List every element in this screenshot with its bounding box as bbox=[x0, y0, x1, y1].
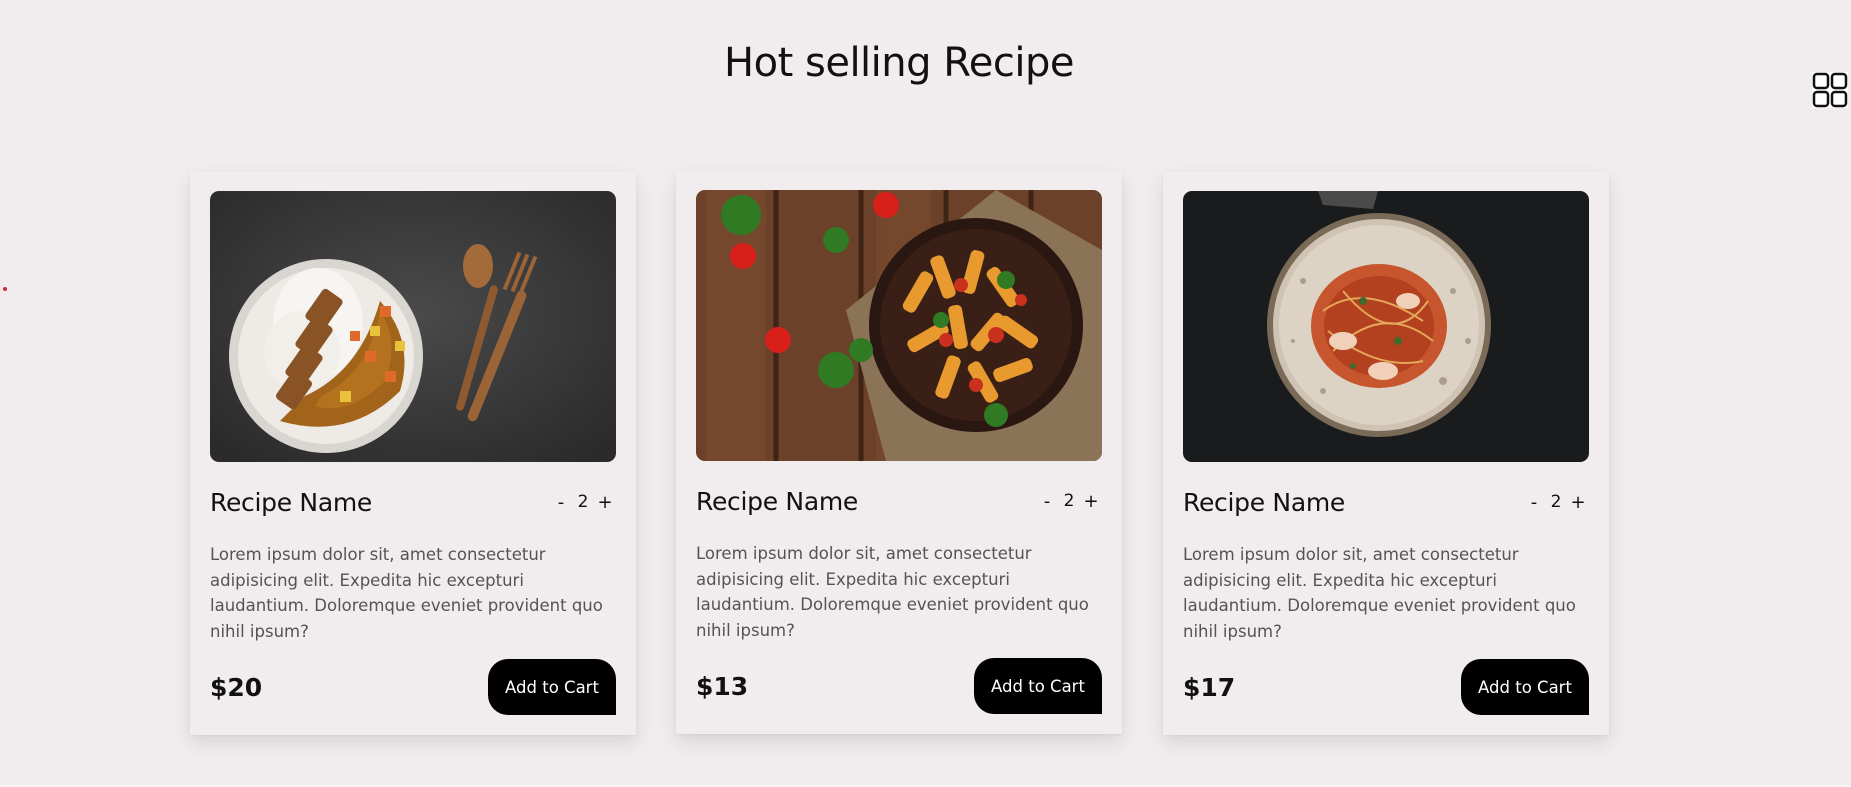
add-to-cart-button[interactable]: Add to Cart bbox=[974, 658, 1102, 714]
decrement-button[interactable]: - bbox=[1036, 491, 1058, 512]
recipe-description: Lorem ipsum dolor sit, amet consectetur … bbox=[696, 544, 1089, 640]
decrement-button[interactable]: - bbox=[1523, 492, 1545, 513]
quantity-stepper: - 2 + bbox=[1523, 492, 1589, 513]
add-to-cart-button[interactable]: Add to Cart bbox=[1461, 659, 1589, 715]
penne-pasta-dish-image bbox=[696, 190, 1102, 461]
price: $20 bbox=[210, 672, 263, 702]
recipe-card: Recipe Name - 2 + Lorem ipsum dolor sit,… bbox=[676, 171, 1122, 734]
decrement-button[interactable]: - bbox=[550, 492, 572, 513]
recipe-card: Recipe Name - 2 + Lorem ipsum dolor sit,… bbox=[190, 172, 636, 735]
increment-button[interactable]: + bbox=[1080, 491, 1102, 512]
grid-icon[interactable] bbox=[1811, 71, 1849, 109]
curry-rice-dish-image bbox=[210, 191, 616, 462]
quantity-stepper: - 2 + bbox=[1036, 491, 1102, 512]
quantity-value: 2 bbox=[1063, 491, 1075, 511]
shrimp-spaghetti-dish-image bbox=[1183, 191, 1589, 462]
recipe-card: Recipe Name - 2 + Lorem ipsum dolor sit,… bbox=[1163, 172, 1609, 735]
quantity-stepper: - 2 + bbox=[550, 492, 616, 513]
increment-button[interactable]: + bbox=[594, 492, 616, 513]
page-title: Hot selling Recipe bbox=[724, 40, 1074, 86]
price: $13 bbox=[696, 671, 749, 701]
quantity-value: 2 bbox=[1550, 492, 1562, 512]
red-dot-marker bbox=[3, 287, 7, 291]
price: $17 bbox=[1183, 672, 1236, 702]
recipe-description: Lorem ipsum dolor sit, amet consectetur … bbox=[1183, 545, 1576, 641]
recipe-name: Recipe Name bbox=[696, 486, 858, 516]
add-to-cart-button[interactable]: Add to Cart bbox=[488, 659, 616, 715]
quantity-value: 2 bbox=[577, 492, 589, 512]
recipe-name: Recipe Name bbox=[1183, 487, 1345, 517]
recipe-description: Lorem ipsum dolor sit, amet consectetur … bbox=[210, 545, 603, 641]
increment-button[interactable]: + bbox=[1567, 492, 1589, 513]
recipe-name: Recipe Name bbox=[210, 487, 372, 517]
